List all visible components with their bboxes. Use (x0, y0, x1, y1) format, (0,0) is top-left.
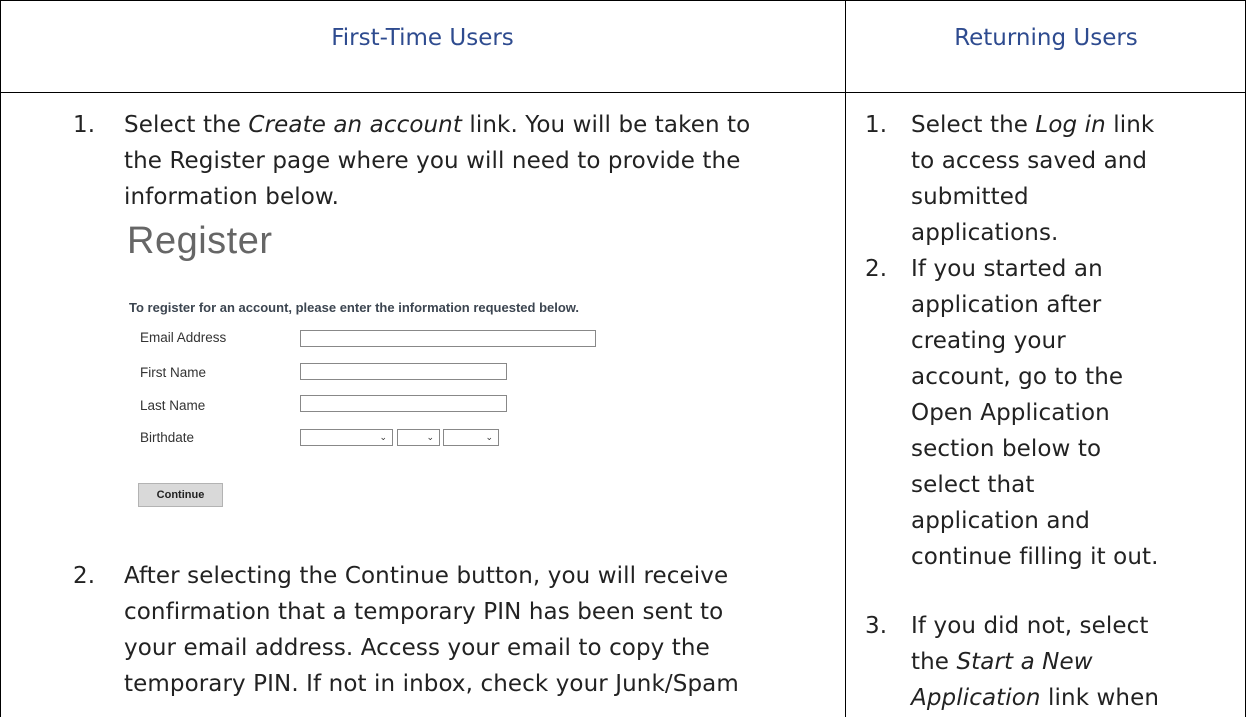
birth-day-select[interactable]: ⌄ (397, 429, 440, 446)
step-number: 2. (865, 256, 888, 282)
returning-step-3: 3. If you did not, select the Start a Ne… (865, 608, 1240, 716)
step-text-part: link. You will be taken to (461, 112, 751, 138)
first-time-step-2: 2. After selecting the Continue button, … (73, 558, 833, 708)
step-text-line: information below. (124, 184, 340, 210)
step-text: Select the Log in link to access saved a… (911, 107, 1241, 251)
first-name-label: First Name (140, 365, 207, 380)
step-text: Select the Create an account link. You w… (124, 107, 834, 215)
step-text-line: section below to (911, 436, 1102, 462)
returning-users-header: Returning Users (954, 25, 1138, 51)
register-subtitle: To register for an account, please enter… (129, 300, 580, 315)
last-name-field[interactable] (300, 395, 507, 412)
step-text-part: the (911, 649, 957, 675)
step-text-line: If you started an (911, 256, 1103, 282)
chevron-down-icon: ⌄ (379, 433, 387, 443)
step-text-line: submitted (911, 184, 1029, 210)
table-top-border (0, 0, 1246, 1)
header-row-border (0, 92, 1246, 93)
step-number: 3. (865, 613, 888, 639)
step-text-part: Select the (124, 112, 249, 138)
step-text-part: link (1105, 112, 1155, 138)
step-text-line: select that (911, 472, 1035, 498)
first-time-step-1: 1. Select the Create an account link. Yo… (73, 107, 833, 217)
first-name-field[interactable] (300, 363, 507, 380)
instructions-table: First-Time Users Returning Users 1. Sele… (0, 0, 1246, 717)
returning-step-2: 2. If you started an application after c… (865, 251, 1240, 581)
step-text-line: creating your (911, 328, 1066, 354)
step-text-line: confirmation that a temporary PIN has be… (124, 599, 724, 625)
last-name-label: Last Name (140, 398, 206, 413)
step-text-line: to access saved and (911, 148, 1148, 174)
chevron-down-icon: ⌄ (485, 433, 493, 443)
continue-button[interactable]: Continue (138, 483, 223, 507)
step-text-line: your email address. Access your email to… (124, 635, 710, 661)
column-divider (845, 0, 846, 717)
step-number: 1. (73, 112, 96, 138)
step-text-line: the Register page where you will need to… (124, 148, 741, 174)
step-text: If you started an application after crea… (911, 251, 1241, 575)
chevron-down-icon: ⌄ (426, 433, 434, 443)
start-new-application-link-text-cont: Application (911, 685, 1041, 711)
step-text-part: link when (1040, 685, 1160, 711)
step-text-line: temporary PIN. If not in inbox, check yo… (124, 671, 739, 697)
step-text-part: Select the (911, 112, 1036, 138)
email-field[interactable] (300, 330, 596, 347)
register-title: Register (127, 220, 273, 262)
step-text: After selecting the Continue button, you… (124, 558, 834, 702)
returning-step-1: 1. Select the Log in link to access save… (865, 107, 1240, 257)
birth-month-select[interactable]: ⌄ (300, 429, 393, 446)
birth-year-select[interactable]: ⌄ (443, 429, 499, 446)
first-time-users-header: First-Time Users (331, 25, 514, 51)
step-text-line: After selecting the Continue button, you… (124, 563, 729, 589)
email-label: Email Address (140, 330, 227, 345)
step-text-line: Open Application (911, 400, 1110, 426)
step-text-line: applications. (911, 220, 1059, 246)
log-in-link-text: Log in (1035, 112, 1106, 138)
create-account-link-text: Create an account (248, 112, 462, 138)
step-number: 2. (73, 563, 96, 589)
step-text-line: application after (911, 292, 1102, 318)
step-text-line: account, go to the (911, 364, 1124, 390)
start-new-application-link-text: Start a New (956, 649, 1093, 675)
step-number: 1. (865, 112, 888, 138)
birthdate-label: Birthdate (140, 430, 195, 445)
table-left-border (0, 0, 1, 717)
step-text-line: continue filling it out. (911, 544, 1159, 570)
step-text: If you did not, select the Start a New A… (911, 608, 1240, 716)
step-text-line: If you did not, select (911, 613, 1149, 639)
step-text-line: application and (911, 508, 1090, 534)
